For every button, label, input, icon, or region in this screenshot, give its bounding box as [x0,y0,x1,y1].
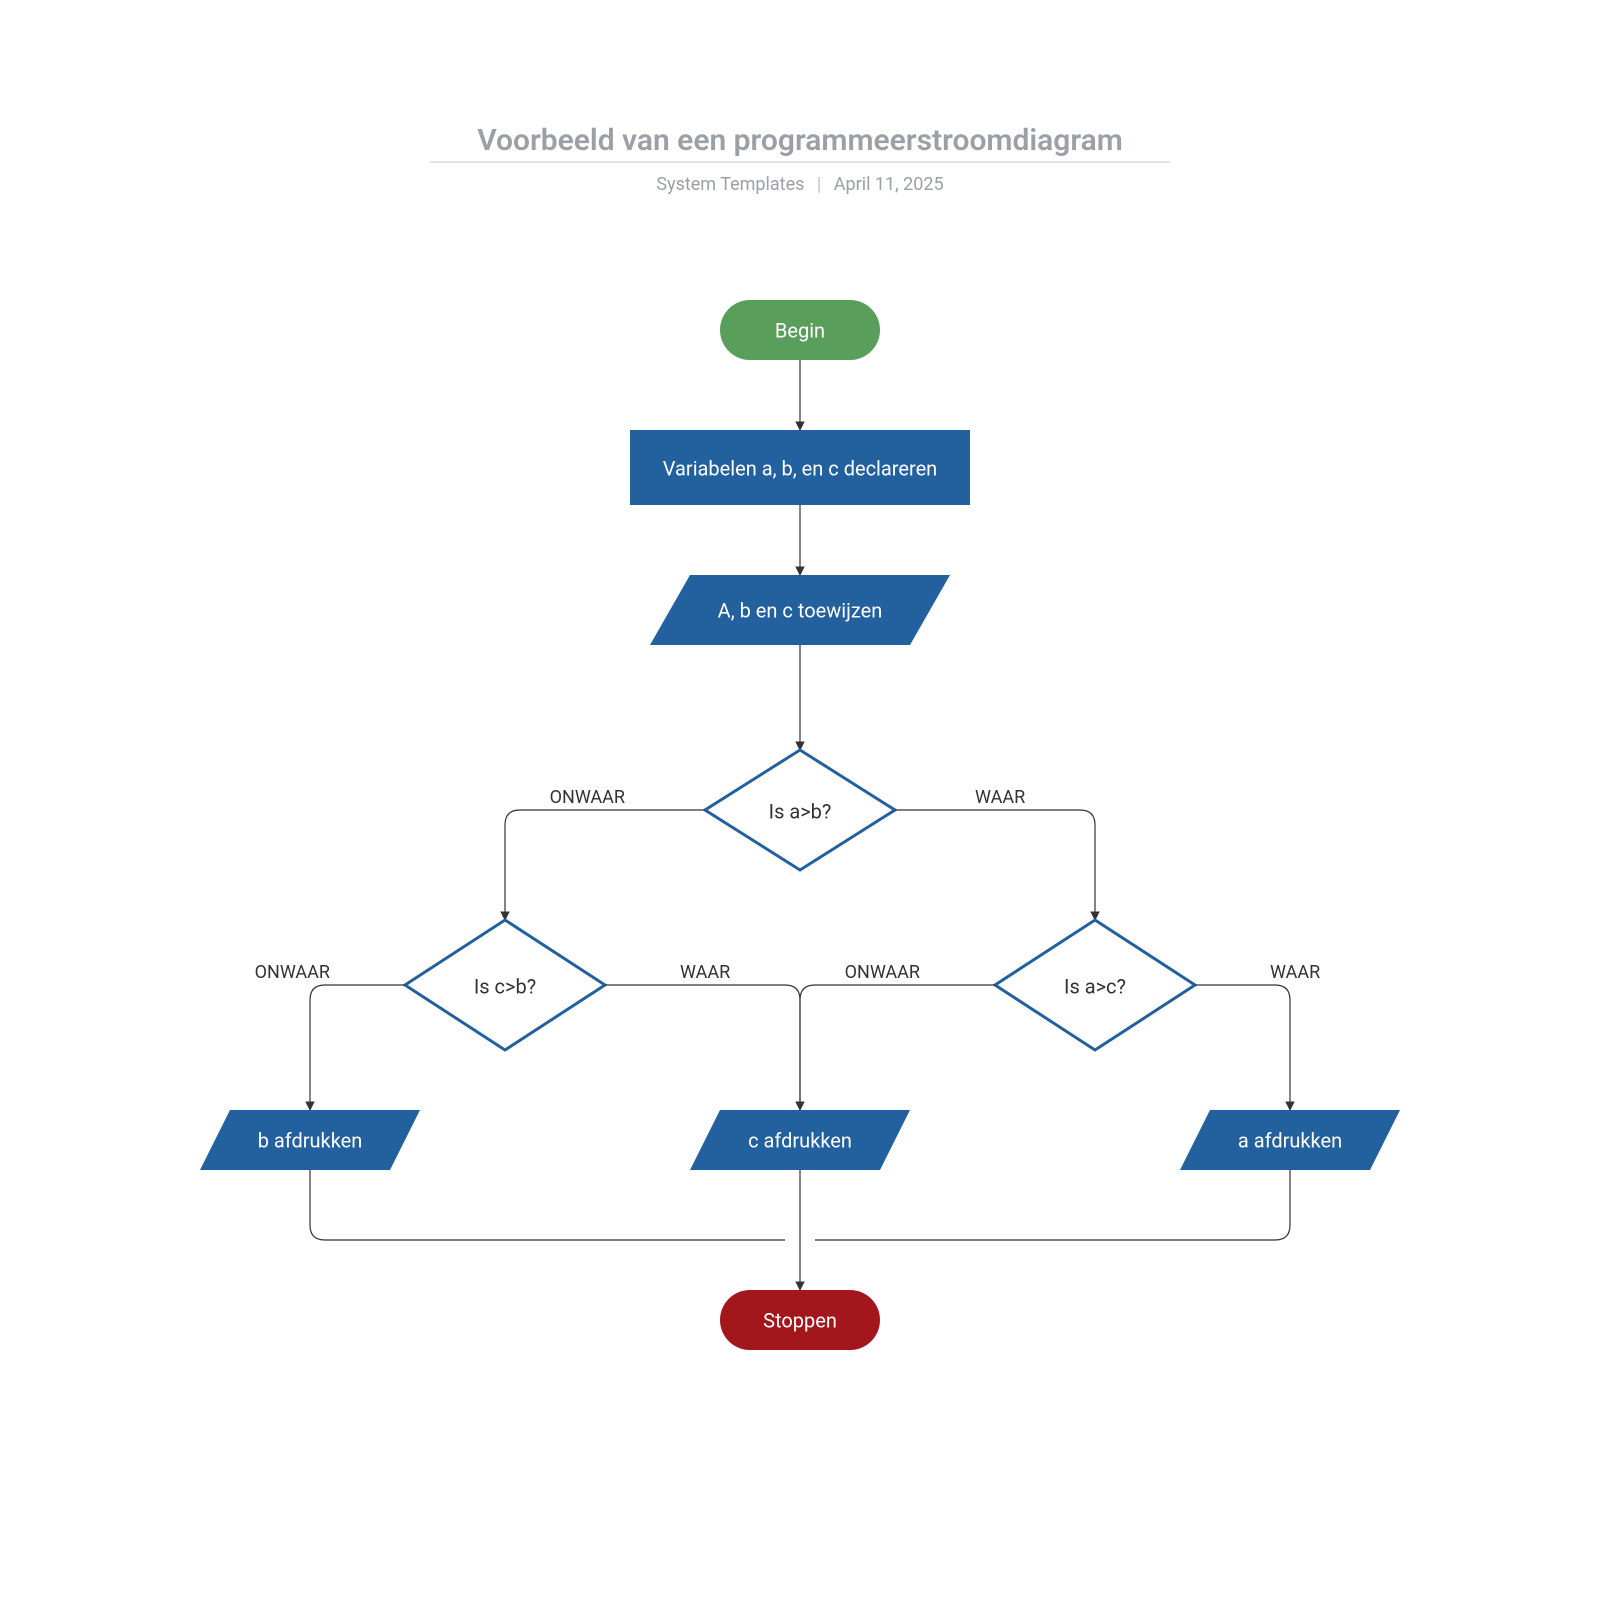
node-print-b[interactable]: b afdrukken [200,1110,420,1170]
node-decision-a-gt-b-label: Is a>b? [769,799,832,823]
node-print-a[interactable]: a afdrukken [1180,1110,1400,1170]
node-print-c[interactable]: c afdrukken [690,1110,910,1170]
flowchart-canvas: Voorbeeld van een programmeerstroomdiagr… [0,0,1600,1600]
edge-print-b-merge [310,1170,785,1240]
diagram-title: Voorbeeld van een programmeerstroomdiagr… [477,123,1123,158]
edge-dec3-true-label: WAAR [1270,962,1320,983]
edge-dec1-true-label: WAAR [975,787,1025,808]
node-decision-a-gt-c-label: Is a>c? [1064,974,1126,998]
edge-print-a-merge [815,1170,1290,1240]
node-stop[interactable]: Stoppen [720,1290,880,1350]
node-print-b-label: b afdrukken [258,1128,363,1152]
edge-dec2-false [310,985,405,1110]
node-decision-a-gt-b[interactable]: Is a>b? [705,750,895,870]
edge-dec2-false-label: ONWAAR [255,962,330,983]
node-begin-label: Begin [775,318,825,342]
node-print-a-label: a afdrukken [1238,1128,1342,1152]
edge-dec1-false-label: ONWAAR [550,787,625,808]
node-decision-a-gt-c[interactable]: Is a>c? [995,920,1195,1050]
node-declare[interactable]: Variabelen a, b, en c declareren [630,430,970,505]
node-decision-c-gt-b-label: Is c>b? [474,974,536,998]
edge-dec3-false [800,985,995,1110]
edge-dec3-true [1195,985,1290,1110]
edge-dec1-true [895,810,1095,920]
node-declare-label: Variabelen a, b, en c declareren [663,456,937,480]
header: Voorbeeld van een programmeerstroomdiagr… [430,123,1170,195]
node-decision-c-gt-b[interactable]: Is c>b? [405,920,605,1050]
date-label: April 11, 2025 [834,174,944,195]
edge-dec2-true-label: WAAR [680,962,730,983]
node-print-c-label: c afdrukken [748,1128,852,1152]
edge-dec1-false [505,810,705,920]
node-assign-label: A, b en c toewijzen [718,598,883,622]
edge-dec2-true [605,985,800,1110]
node-assign[interactable]: A, b en c toewijzen [650,575,950,645]
author-label: System Templates [656,174,804,195]
node-stop-label: Stoppen [763,1308,837,1332]
edge-dec3-false-label: ONWAAR [845,962,920,983]
diagram-meta: System Templates | April 11, 2025 [656,174,943,195]
node-begin[interactable]: Begin [720,300,880,360]
